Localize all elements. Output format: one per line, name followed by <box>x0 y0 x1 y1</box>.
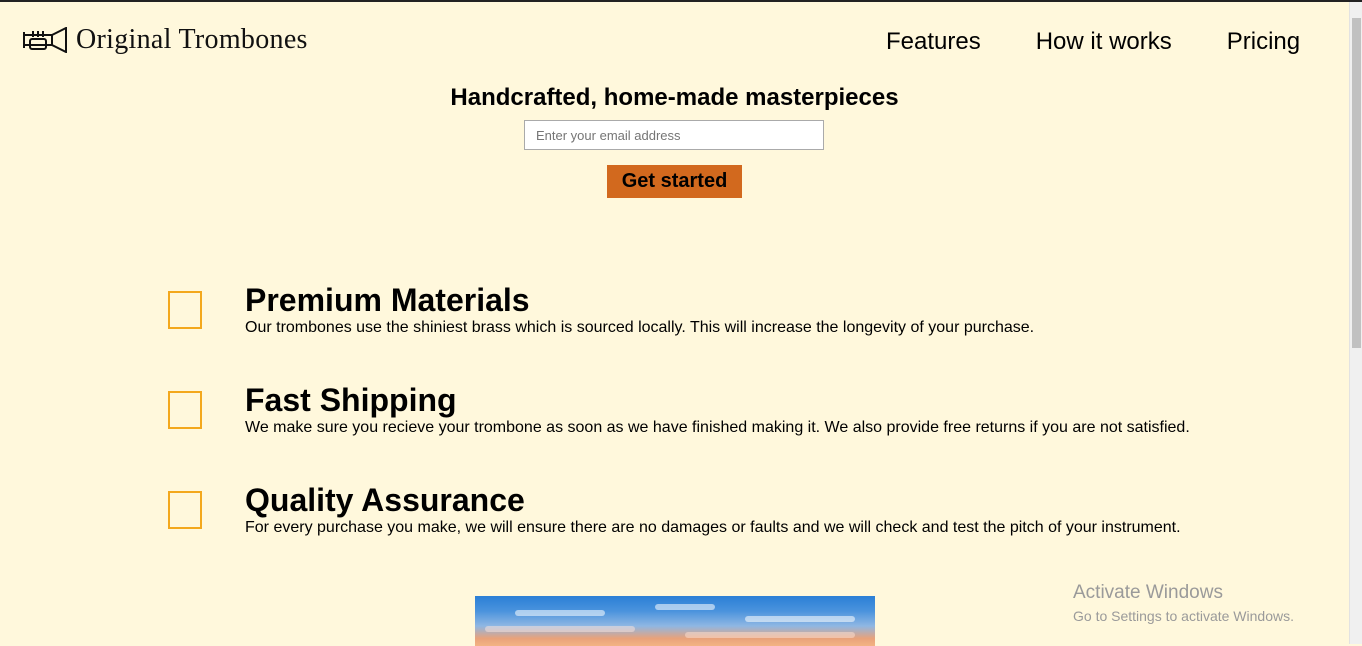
page: Original Trombones Features How it works… <box>0 2 1349 646</box>
feature-icon-placeholder <box>168 291 202 329</box>
email-input[interactable] <box>524 120 824 150</box>
nav-link-features[interactable]: Features <box>886 28 981 56</box>
sky-image <box>475 596 875 646</box>
hero-title: Handcrafted, home-made masterpieces <box>450 84 899 111</box>
feature-title: Premium Materials <box>245 282 530 318</box>
feature-description: Our trombones use the shiniest brass whi… <box>245 319 1035 336</box>
vertical-scrollbar[interactable] <box>1349 2 1362 644</box>
windows-activation-watermark: Activate Windows Go to Settings to activ… <box>1073 582 1294 624</box>
scrollbar-thumb[interactable] <box>1352 18 1361 348</box>
feature-description: For every purchase you make, we will ens… <box>245 519 1181 536</box>
feature-icon-placeholder <box>168 391 202 429</box>
logo-text: Original Trombones <box>76 24 308 55</box>
feature-title: Fast Shipping <box>245 382 457 418</box>
feature-description: We make sure you recieve your trombone a… <box>245 419 1190 436</box>
nav-link-how-it-works[interactable]: How it works <box>1036 28 1172 56</box>
feature-icon-placeholder <box>168 491 202 529</box>
nav-link-pricing[interactable]: Pricing <box>1227 28 1300 56</box>
get-started-button[interactable]: Get started <box>607 165 742 198</box>
watermark-subtitle: Go to Settings to activate Windows. <box>1073 608 1294 624</box>
watermark-title: Activate Windows <box>1073 582 1223 603</box>
feature-title: Quality Assurance <box>245 482 525 518</box>
main-nav: Features How it works Pricing <box>886 28 1355 56</box>
logo[interactable]: Original Trombones <box>22 24 308 56</box>
trombone-icon <box>22 27 68 53</box>
